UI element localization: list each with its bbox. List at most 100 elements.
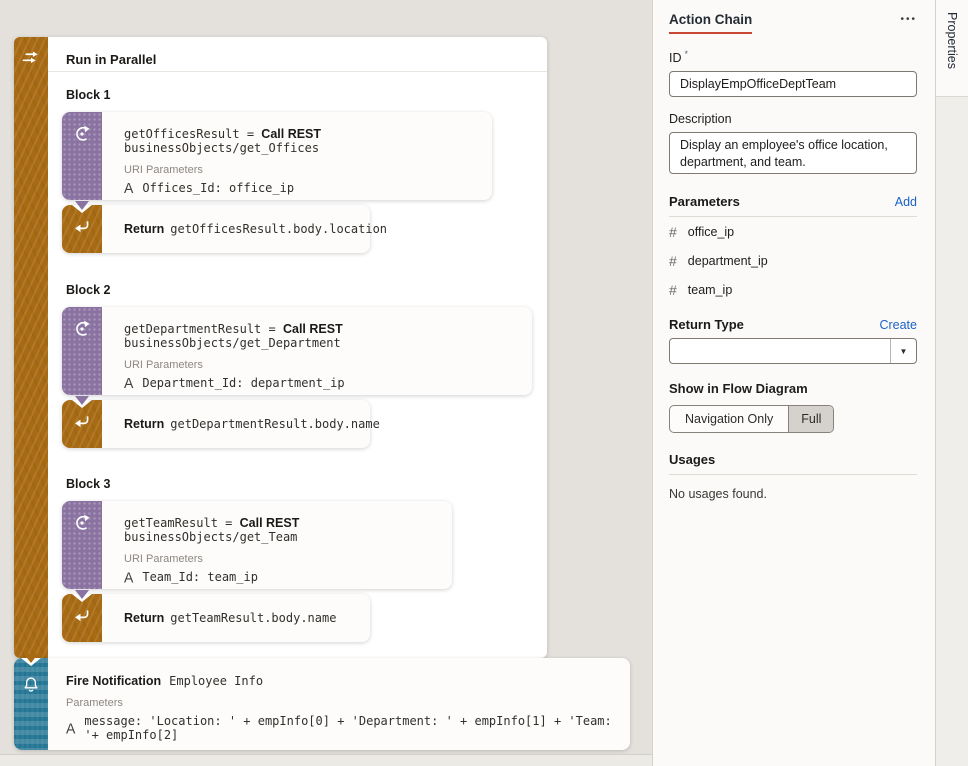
action-chain-canvas[interactable]: Run in Parallel Block 1 getOfficesResult…: [0, 0, 652, 766]
call-rest-action-card[interactable]: getTeamResult = Call REST businessObject…: [62, 501, 452, 589]
call-rest-statement: getDepartmentResult = Call REST business…: [124, 322, 532, 350]
panel-title: Action Chain: [669, 12, 753, 34]
parameter-row[interactable]: # team_ip: [669, 276, 917, 304]
parameter-row[interactable]: # office_ip: [669, 218, 917, 246]
fire-notification-keyword: Fire Notification: [66, 674, 162, 688]
navigation-only-button[interactable]: Navigation Only: [670, 406, 788, 432]
result-variable: getTeamResult: [124, 516, 218, 530]
canvas-bottom-edge: [0, 754, 652, 766]
action-keyword: Call REST: [261, 127, 322, 141]
result-variable: getDepartmentResult: [124, 322, 262, 336]
parameter-row[interactable]: # department_ip: [669, 247, 917, 275]
endpoint: businessObjects/get_Department: [124, 336, 341, 350]
call-rest-statement: getOfficesResult = Call REST businessObj…: [124, 127, 492, 155]
return-keyword: Return: [124, 222, 165, 236]
return-keyword: Return: [124, 417, 165, 431]
return-strip[interactable]: [62, 396, 102, 448]
notification-name: Employee Info: [169, 674, 264, 688]
return-type-section-title: Return Type: [669, 317, 744, 333]
assign-variable-icon: A: [124, 179, 134, 197]
run-in-parallel-container[interactable]: Run in Parallel Block 1 getOfficesResult…: [14, 37, 547, 658]
assign-operator: =: [225, 516, 233, 530]
call-rest-strip[interactable]: [62, 501, 102, 589]
tab-properties[interactable]: Properties: [936, 0, 968, 97]
call-rest-icon: [73, 320, 91, 343]
dropdown-button[interactable]: ▼: [890, 339, 916, 364]
section-divider: [669, 474, 917, 476]
message-assignment: message: 'Location: ' + empInfo[0] + 'De…: [84, 714, 612, 742]
return-expression: getTeamResult.body.name: [170, 611, 337, 625]
endpoint: businessObjects/get_Team: [124, 530, 298, 544]
return-type-select[interactable]: ▼: [669, 338, 917, 365]
return-arrow-icon: [74, 220, 91, 238]
return-action-card[interactable]: Return getOfficesResult.body.location: [62, 201, 387, 253]
block-label: Block 2: [66, 283, 111, 297]
flow-diagram-label: Show in Flow Diagram: [669, 381, 808, 397]
flow-diagram-toggle: Navigation Only Full: [669, 405, 835, 434]
return-strip[interactable]: [62, 201, 102, 253]
parameter-assignment: Team_Id: team_ip: [142, 570, 258, 584]
required-asterisk: *: [684, 49, 689, 59]
block-label: Block 1: [66, 88, 111, 102]
description-field[interactable]: Display an employee's office location, d…: [669, 132, 917, 175]
assign-variable-icon: A: [124, 568, 134, 586]
bell-icon: [23, 676, 40, 698]
return-arrow-icon: [74, 609, 91, 627]
action-chain-editor: Run in Parallel Block 1 getOfficesResult…: [0, 0, 968, 766]
return-arrow-icon: [74, 415, 91, 433]
header-divider: [48, 71, 547, 72]
chevron-down-icon: ▼: [899, 346, 908, 356]
add-parameter-link[interactable]: Add: [895, 195, 917, 209]
properties-panel: Action Chain ••• ID* Description Display…: [652, 0, 935, 766]
description-label: Description: [669, 112, 732, 127]
block-label: Block 3: [66, 477, 111, 491]
assign-variable-icon: A: [124, 374, 134, 392]
action-keyword: Call REST: [282, 322, 343, 336]
parameter-assignment: Department_Id: department_ip: [142, 376, 345, 390]
parameters-label: Parameters: [66, 697, 123, 709]
section-divider: [669, 216, 917, 218]
assign-operator: =: [268, 322, 276, 336]
parameter-name: department_ip: [687, 254, 768, 269]
return-expression: getDepartmentResult.body.name: [170, 417, 380, 431]
call-rest-statement: getTeamResult = Call REST businessObject…: [124, 516, 452, 544]
id-field[interactable]: [669, 71, 917, 98]
return-action-card[interactable]: Return getTeamResult.body.name: [62, 590, 370, 642]
uri-parameters-label: URI Parameters: [124, 553, 203, 565]
overflow-menu-icon[interactable]: •••: [900, 12, 917, 25]
call-rest-icon: [73, 514, 91, 537]
action-keyword: Call REST: [239, 516, 300, 530]
result-variable: getOfficesResult: [124, 127, 240, 141]
fire-notification-action-card[interactable]: Fire Notification Employee Info Paramete…: [14, 654, 630, 750]
full-button[interactable]: Full: [788, 406, 834, 433]
usages-section-title: Usages: [669, 452, 716, 468]
call-rest-action-card[interactable]: getOfficesResult = Call REST businessObj…: [62, 112, 492, 200]
number-type-icon: #: [669, 282, 677, 299]
return-keyword: Return: [124, 611, 165, 625]
return-action-card[interactable]: Return getDepartmentResult.body.name: [62, 396, 380, 448]
assign-variable-icon: A: [66, 719, 76, 737]
parameter-name: team_ip: [687, 283, 733, 298]
endpoint: businessObjects/get_Offices: [124, 141, 320, 155]
parallel-arrows-icon: [21, 50, 41, 70]
call-rest-action-card[interactable]: getDepartmentResult = Call REST business…: [62, 307, 532, 395]
call-rest-icon: [73, 125, 91, 148]
uri-parameters-label: URI Parameters: [124, 359, 203, 371]
fire-notification-strip[interactable]: [14, 654, 48, 750]
parameter-assignment: Offices_Id: office_ip: [142, 181, 295, 195]
call-rest-strip[interactable]: [62, 112, 102, 200]
parameter-name: office_ip: [687, 225, 735, 240]
call-rest-strip[interactable]: [62, 307, 102, 395]
number-type-icon: #: [669, 253, 677, 270]
container-title: Run in Parallel: [66, 52, 157, 67]
parameters-section-title: Parameters: [669, 194, 740, 210]
uri-parameters-label: URI Parameters: [124, 164, 203, 176]
run-in-parallel-strip[interactable]: [14, 37, 48, 658]
usages-empty-text: No usages found.: [669, 487, 767, 502]
create-return-type-link[interactable]: Create: [879, 318, 917, 332]
return-strip[interactable]: [62, 590, 102, 642]
assign-operator: =: [246, 127, 255, 141]
return-expression: getOfficesResult.body.location: [170, 222, 388, 236]
id-label: ID *: [669, 49, 689, 66]
side-rail: Properties: [935, 0, 968, 766]
